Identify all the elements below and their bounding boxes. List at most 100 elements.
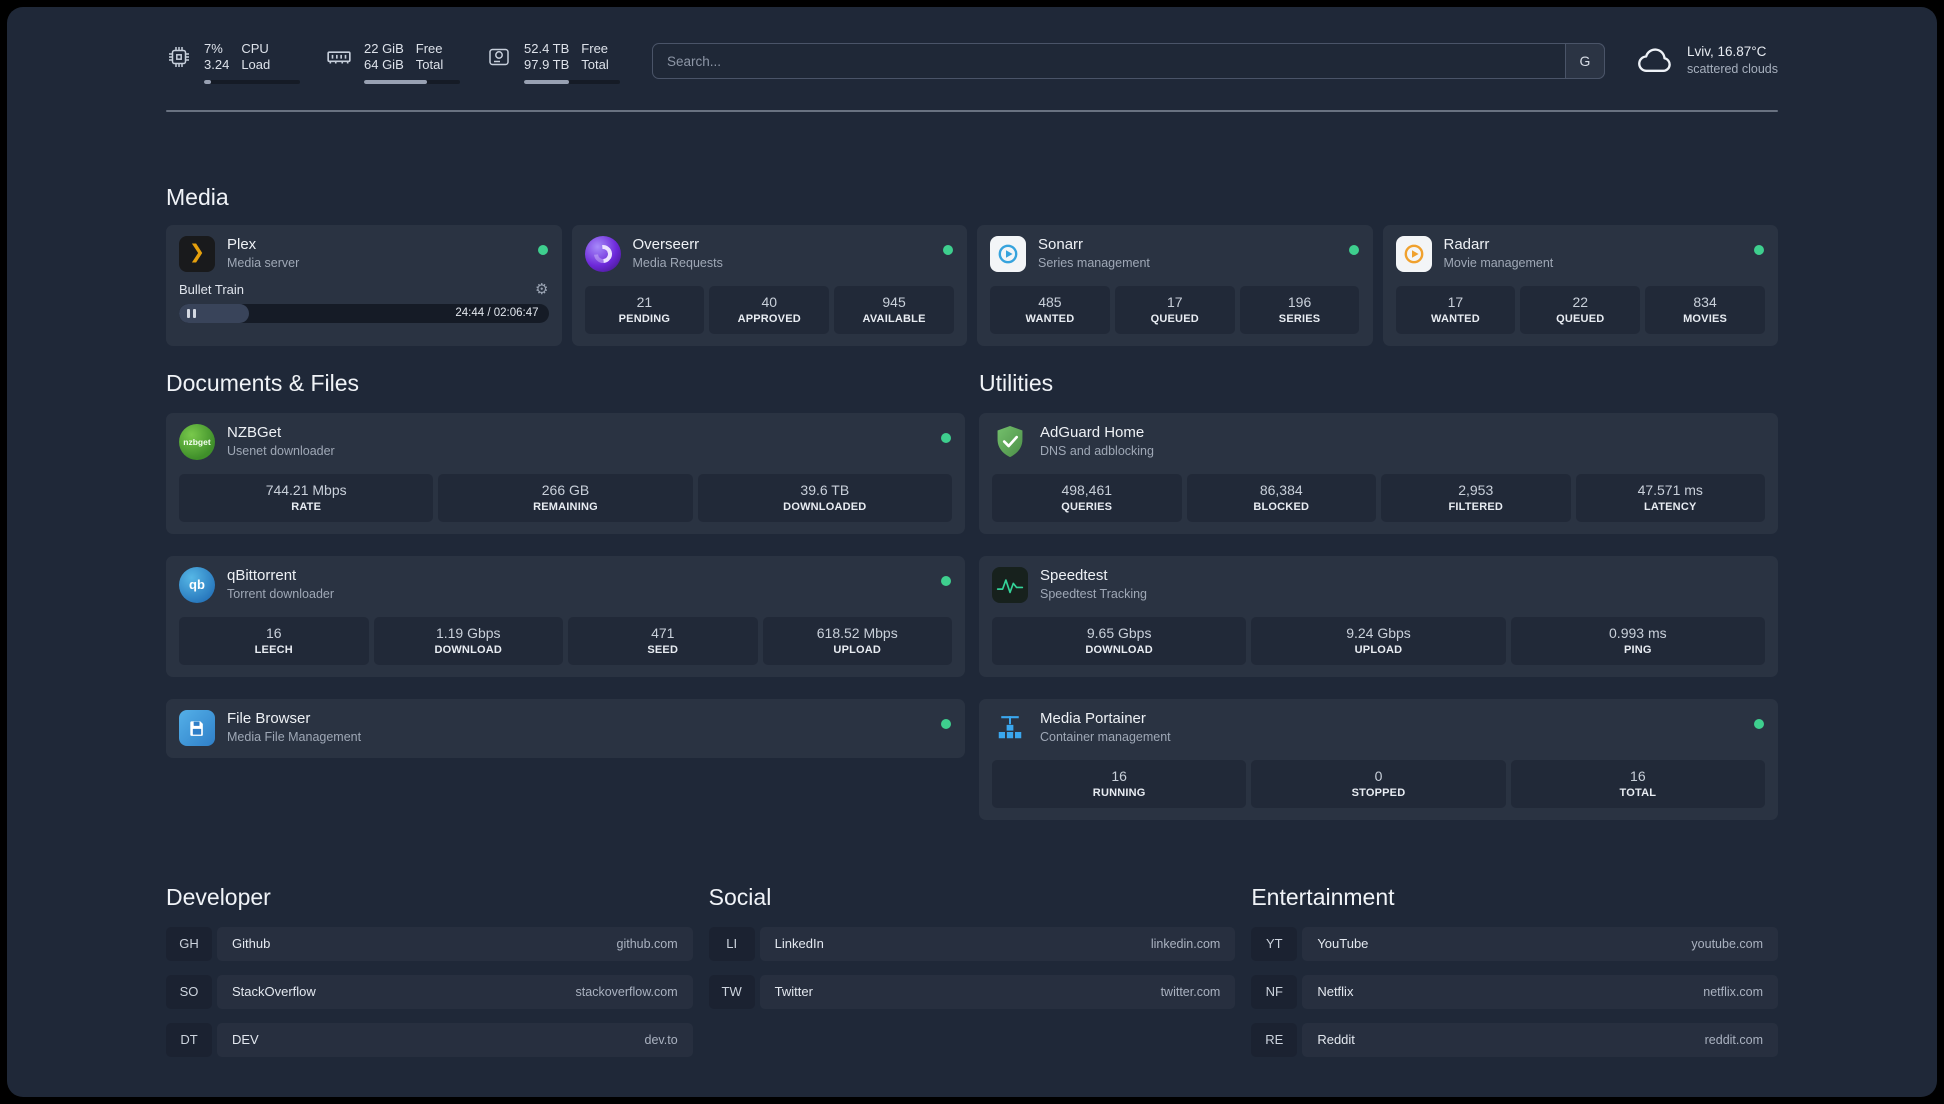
weather-widget: Lviv, 16.87°C scattered clouds xyxy=(1635,43,1778,77)
search-provider-button[interactable]: G xyxy=(1564,43,1605,79)
service-desc: Container management xyxy=(1040,729,1171,744)
bookmark-github[interactable]: GH Github github.com xyxy=(166,926,693,961)
status-dot xyxy=(1348,244,1359,255)
memory-usage-bar xyxy=(364,79,460,84)
service-desc: Media Requests xyxy=(632,255,723,270)
disk-usage-bar xyxy=(524,79,620,84)
stat-label: PING xyxy=(1623,643,1652,656)
speedtest-graph-icon xyxy=(992,566,1028,603)
stat-value: 196 xyxy=(1287,293,1312,310)
bookmark-name: Reddit xyxy=(1317,1032,1355,1047)
bookmark-url: github.com xyxy=(616,936,678,951)
disk-free-label: Free xyxy=(581,41,609,56)
search-input[interactable] xyxy=(652,43,1605,79)
service-card-radarr[interactable]: Radarr Movie management 17 WANTED 22 QUE… xyxy=(1382,224,1778,346)
stat-tile: 266 GB REMAINING xyxy=(438,473,693,522)
plex-icon: ❯ xyxy=(179,235,215,272)
stat-value: 618.52 Mbps xyxy=(816,624,898,641)
stat-tile: 9.24 Gbps UPLOAD xyxy=(1251,616,1506,665)
bookmark-name: Twitter xyxy=(774,984,813,999)
bookmark-url: reddit.com xyxy=(1704,1032,1763,1047)
bookmark-reddit[interactable]: RE Reddit reddit.com xyxy=(1251,1022,1778,1057)
service-card-qbittorrent[interactable]: qb qBittorrent Torrent downloader 16 LEE… xyxy=(166,555,965,677)
bookmark-group-entertainment: Entertainment YT YouTube youtube.com NF … xyxy=(1251,884,1778,1071)
stat-value: 9.65 Gbps xyxy=(1086,624,1152,641)
bookmark-stackoverflow[interactable]: SO StackOverflow stackoverflow.com xyxy=(166,974,693,1009)
stat-value: 9.24 Gbps xyxy=(1346,624,1411,641)
service-card-portainer[interactable]: Media Portainer Container management 16 … xyxy=(979,698,1778,820)
stat-value: 744.21 Mbps xyxy=(265,481,347,498)
stat-value: 0.993 ms xyxy=(1609,624,1667,641)
stat-tile: 17 WANTED xyxy=(1395,285,1516,334)
bookmark-netflix[interactable]: NF Netflix netflix.com xyxy=(1251,974,1778,1009)
stat-value: 2,953 xyxy=(1458,481,1494,498)
portainer-crane-icon xyxy=(992,710,1028,746)
overseerr-icon xyxy=(584,235,621,272)
bookmark-youtube[interactable]: YT YouTube youtube.com xyxy=(1251,926,1778,961)
bookmark-abbr: NF xyxy=(1251,974,1298,1009)
playback-progress-bar[interactable]: 24:44 / 02:06:47 xyxy=(179,303,549,323)
service-card-adguard[interactable]: AdGuard Home DNS and adblocking 498,461 … xyxy=(979,412,1778,534)
service-card-sonarr[interactable]: Sonarr Series management 485 WANTED 17 Q… xyxy=(977,224,1373,346)
weather-location: Lviv, 16.87°C xyxy=(1686,44,1767,60)
status-dot xyxy=(1754,718,1764,729)
cpu-label: CPU xyxy=(241,41,269,56)
nzbget-icon: nzbget xyxy=(179,423,215,460)
stat-value: 21 xyxy=(636,293,653,310)
section-title-social: Social xyxy=(708,883,772,910)
settings-gear-icon[interactable]: ⚙ xyxy=(535,282,548,297)
sonarr-icon xyxy=(990,235,1026,272)
bookmarks-area: Developer GH Github github.com SO StackO… xyxy=(166,884,1778,1098)
service-card-plex[interactable]: ❯ Plex Media server Bullet Train ⚙ 24:44… xyxy=(166,224,562,346)
service-name: qBittorrent xyxy=(227,566,297,584)
top-bar: 7% 3.24 CPU Load 22 GiB 64 GiB Free Tota… xyxy=(166,41,1778,84)
section-title-media: Media xyxy=(166,183,229,210)
stat-label: BLOCKED xyxy=(1253,500,1310,513)
stat-tile: 22 QUEUED xyxy=(1520,285,1641,334)
stat-label: SEED xyxy=(647,643,679,656)
qbittorrent-icon: qb xyxy=(179,566,215,603)
bookmark-dev[interactable]: DT DEV dev.to xyxy=(166,1022,693,1057)
bookmark-abbr: DT xyxy=(166,1022,212,1057)
stat-tile: 17 QUEUED xyxy=(1114,285,1235,334)
service-desc: Movie management xyxy=(1443,255,1554,270)
bookmark-url: linkedin.com xyxy=(1150,936,1221,951)
stat-value: 22 xyxy=(1572,293,1589,310)
service-desc: Series management xyxy=(1038,255,1150,270)
status-dot xyxy=(941,432,951,443)
stat-value: 47.571 ms xyxy=(1637,481,1703,498)
stat-tile: 1.19 Gbps DOWNLOAD xyxy=(373,616,563,665)
stat-tile: 39.6 TB DOWNLOADED xyxy=(697,473,952,522)
stat-value: 16 xyxy=(1630,767,1646,784)
service-card-filebrowser[interactable]: File Browser Media File Management xyxy=(166,698,965,758)
stat-tile: 0 STOPPED xyxy=(1251,759,1506,808)
service-card-overseerr[interactable]: Overseerr Media Requests 21 PENDING 40 A… xyxy=(571,224,967,346)
pause-icon[interactable] xyxy=(187,308,196,318)
service-card-speedtest[interactable]: Speedtest Speedtest Tracking 9.65 Gbps D… xyxy=(979,555,1778,677)
service-name: Media Portainer xyxy=(1040,709,1146,727)
stat-label: RATE xyxy=(291,500,322,513)
bookmark-name: YouTube xyxy=(1317,936,1369,951)
hard-disk-icon xyxy=(486,44,512,70)
bookmark-twitter[interactable]: TW Twitter twitter.com xyxy=(708,974,1236,1009)
cpu-percent: 7% xyxy=(204,41,223,56)
stat-label: LEECH xyxy=(254,643,293,656)
cpu-widget: 7% 3.24 CPU Load xyxy=(166,41,300,84)
bookmark-linkedin[interactable]: LI LinkedIn linkedin.com xyxy=(708,926,1236,961)
stat-label: LATENCY xyxy=(1643,500,1697,513)
stat-label: DOWNLOADED xyxy=(783,500,867,513)
playback-time: 24:44 / 02:06:47 xyxy=(455,307,539,319)
media-card-grid: ❯ Plex Media server Bullet Train ⚙ 24:44… xyxy=(166,224,1778,346)
bookmark-abbr: YT xyxy=(1251,926,1298,961)
service-desc: Media server xyxy=(227,255,300,270)
now-playing-title: Bullet Train xyxy=(179,281,245,297)
stat-tile: 485 WANTED xyxy=(990,285,1110,334)
stat-label: QUEUED xyxy=(1556,312,1605,325)
service-card-nzbget[interactable]: nzbget NZBGet Usenet downloader 744.21 M… xyxy=(166,412,965,534)
dashboard-screen: 7% 3.24 CPU Load 22 GiB 64 GiB Free Tota… xyxy=(7,7,1937,1097)
disk-free-value: 52.4 TB xyxy=(524,41,570,56)
bookmark-abbr: RE xyxy=(1251,1022,1298,1057)
stat-value: 39.6 TB xyxy=(800,481,850,498)
service-name: Sonarr xyxy=(1038,235,1084,253)
stat-tile: 16 TOTAL xyxy=(1510,759,1765,808)
